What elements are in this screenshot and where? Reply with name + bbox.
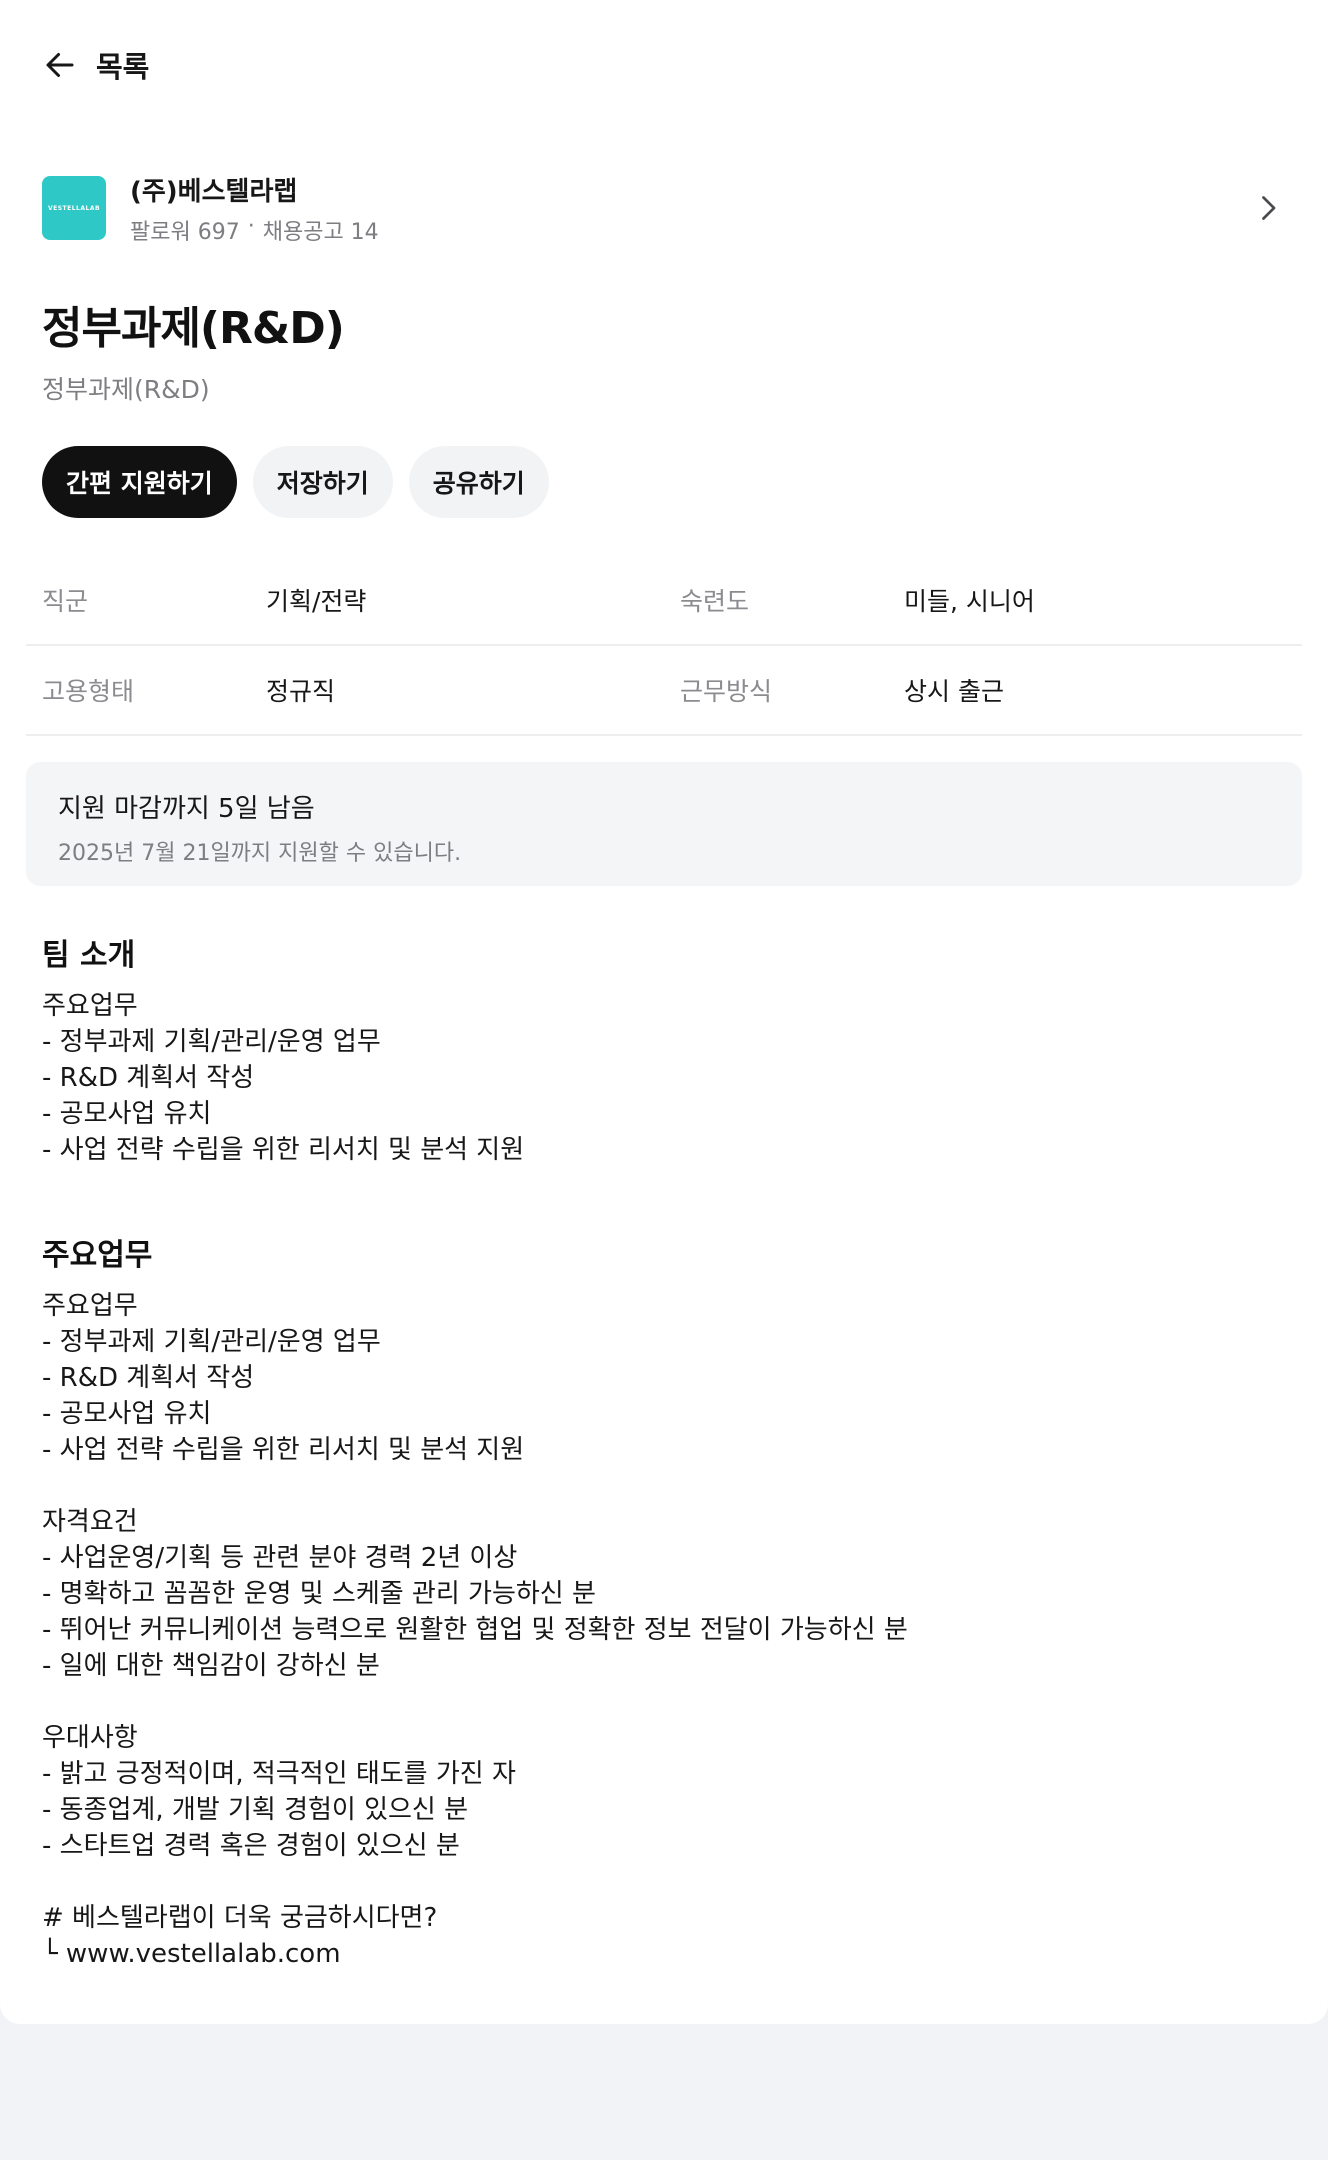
- info-value-experience: 미들, 시니어: [904, 587, 1035, 616]
- action-buttons: 간편 지원하기 저장하기 공유하기: [42, 446, 549, 518]
- content-line: - 사업 전략 수립을 위한 리서치 및 분석 지원: [42, 1435, 525, 1465]
- deadline-notice: 지원 마감까지 5일 남음 2025년 7월 21일까지 지원할 수 있습니다.: [26, 762, 1302, 886]
- info-label-experience: 숙련도: [680, 587, 750, 616]
- content-line: - 동종업계, 개발 기획 경험이 있으신 분: [42, 1795, 469, 1825]
- info-label-employment-type: 고용형태: [42, 677, 135, 706]
- content-line: - 사업운영/기획 등 관련 분야 경력 2년 이상: [42, 1543, 518, 1573]
- content-line: - 공모사업 유치: [42, 1399, 212, 1429]
- job-info-table: 직군 기획/전략 숙련도 미들, 시니어 고용형태 정규직 근무방식 상시 출근: [26, 556, 1302, 736]
- content-line: 주요업무: [42, 1291, 138, 1321]
- content-line: - 사업 전략 수립을 위한 리서치 및 분석 지원: [42, 1135, 525, 1165]
- info-label-job-group: 직군: [42, 587, 89, 616]
- content-line: 자격요건: [42, 1507, 138, 1537]
- share-button[interactable]: 공유하기: [408, 446, 549, 518]
- meta-separator: ·: [247, 213, 255, 239]
- company-logo-text: VESTELLALAB: [47, 204, 101, 212]
- duties-section-content: 주요업무 - 정부과제 기획/관리/운영 업무 - R&D 계획서 작성 - 공…: [42, 1288, 908, 1972]
- content-line: 우대사항: [42, 1723, 138, 1753]
- content-line: - 공모사업 유치: [42, 1099, 212, 1129]
- arrow-left-icon: [42, 47, 78, 83]
- back-label: 목록: [96, 50, 150, 84]
- duties-section-title: 주요업무: [42, 1238, 153, 1273]
- content-line: - 정부과제 기획/관리/운영 업무: [42, 1327, 381, 1357]
- team-section-content: 주요업무 - 정부과제 기획/관리/운영 업무 - R&D 계획서 작성 - 공…: [42, 988, 524, 1168]
- content-line: - 뛰어난 커뮤니케이션 능력으로 원활한 협업 및 정확한 정보 전달이 가능…: [42, 1615, 908, 1645]
- job-title: 정부과제(R&D): [42, 303, 345, 354]
- info-value-job-group: 기획/전략: [266, 587, 367, 616]
- company-logo: VESTELLALAB: [42, 176, 106, 240]
- deadline-subtitle: 2025년 7월 21일까지 지원할 수 있습니다.: [58, 841, 462, 866]
- content-line: - R&D 계획서 작성: [42, 1363, 255, 1393]
- job-subtitle: 정부과제(R&D): [42, 375, 210, 404]
- content-line: - R&D 계획서 작성: [42, 1063, 255, 1093]
- company-website-link[interactable]: └ www.vestellalab.com: [42, 1936, 908, 1972]
- info-label-work-mode: 근무방식: [680, 677, 773, 706]
- company-meta: 팔로워 697 · 채용공고 14: [130, 214, 379, 246]
- company-link[interactable]: VESTELLALAB (주)베스텔라랩 팔로워 697 · 채용공고 14: [42, 171, 1286, 246]
- company-name: (주)베스텔라랩: [130, 176, 298, 207]
- content-line: - 밝고 긍정적이며, 적극적인 태도를 가진 자: [42, 1759, 516, 1789]
- info-row: 직군 기획/전략 숙련도 미들, 시니어: [26, 556, 1302, 646]
- chevron-right-icon[interactable]: [1250, 190, 1286, 226]
- content-line: 주요업무: [42, 991, 138, 1021]
- content-line: # 베스텔라랩이 더욱 궁금하시다면?: [42, 1903, 438, 1933]
- content-line: - 일에 대한 책임감이 강하신 분: [42, 1651, 380, 1681]
- content-line: - 스타트업 경력 혹은 경험이 있으신 분: [42, 1831, 460, 1861]
- job-detail-card: 목록 VESTELLALAB (주)베스텔라랩 팔로워 697 · 채용공고 1…: [0, 0, 1328, 2024]
- info-value-employment-type: 정규직: [266, 677, 336, 706]
- quick-apply-button[interactable]: 간편 지원하기: [42, 446, 237, 518]
- company-postings: 채용공고 14: [262, 219, 379, 245]
- content-line: - 명확하고 꼼꼼한 운영 및 스케줄 관리 가능하신 분: [42, 1579, 596, 1609]
- team-section-title: 팀 소개: [42, 938, 136, 973]
- info-row: 고용형태 정규직 근무방식 상시 출근: [26, 646, 1302, 736]
- save-button[interactable]: 저장하기: [252, 446, 393, 518]
- content-line: - 정부과제 기획/관리/운영 업무: [42, 1027, 381, 1057]
- back-to-list-button[interactable]: 목록: [42, 44, 149, 86]
- company-followers: 팔로워 697: [130, 219, 240, 245]
- company-info: (주)베스텔라랩 팔로워 697 · 채용공고 14: [130, 171, 379, 246]
- deadline-title: 지원 마감까지 5일 남음: [58, 794, 315, 824]
- info-value-work-mode: 상시 출근: [904, 677, 1004, 706]
